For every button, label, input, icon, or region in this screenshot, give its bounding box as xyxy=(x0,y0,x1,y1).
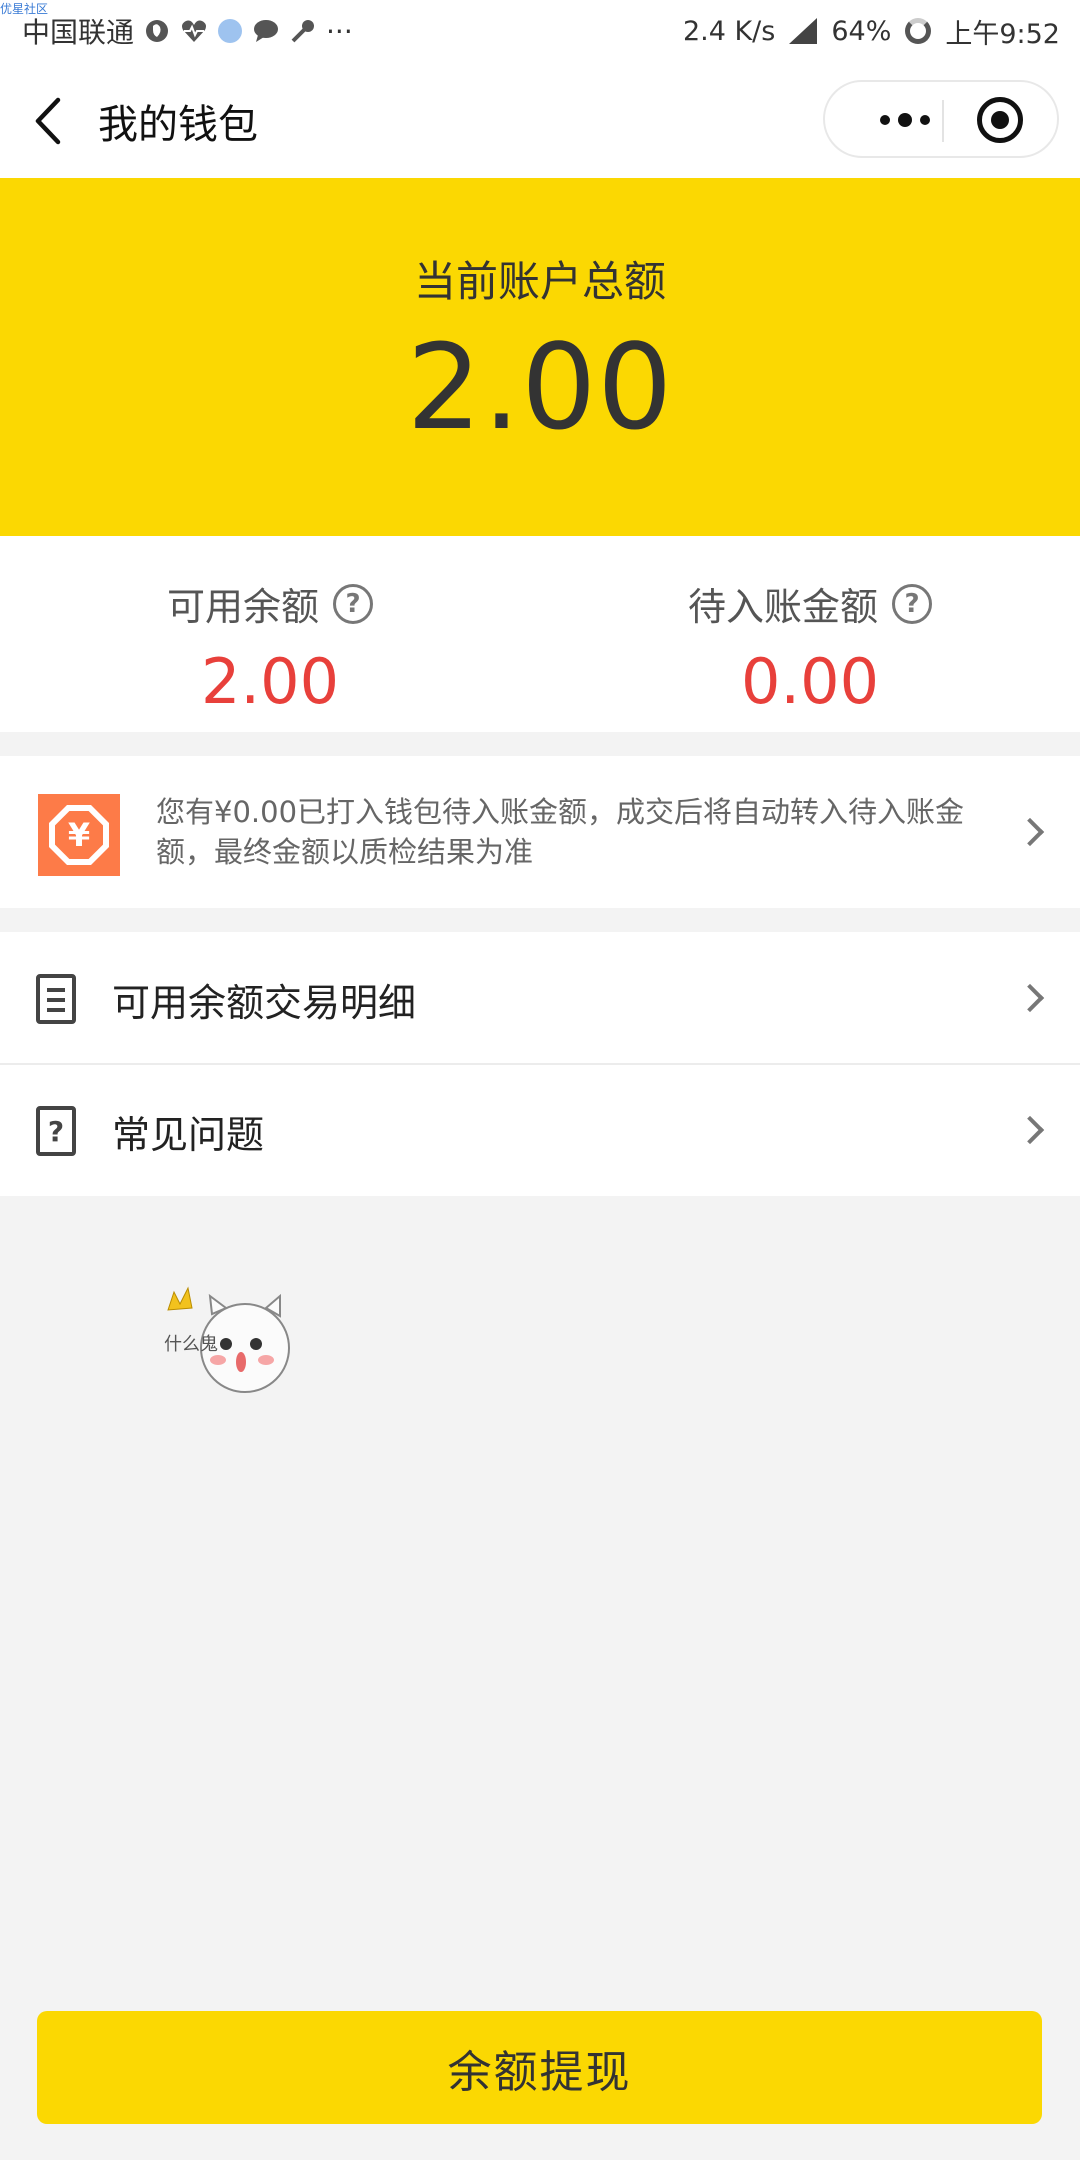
status-bar-left: 中国联通 ··· xyxy=(22,12,353,50)
available-label: 可用余额 xyxy=(166,585,319,629)
battery-ring-icon xyxy=(905,18,932,44)
total-label: 当前账户总额 xyxy=(413,257,666,306)
balance-summary: 可用余额 ? 2.00 待入账金额 ? 0.00 xyxy=(0,536,1080,732)
page-title: 我的钱包 xyxy=(98,102,258,148)
pending-balance: 待入账金额 ? 0.00 xyxy=(540,576,1080,718)
total-amount: 2.00 xyxy=(406,318,674,456)
carrier-label: 中国联通 xyxy=(22,16,135,49)
battery-percent: 64% xyxy=(831,15,892,47)
more-options-icon[interactable] xyxy=(855,98,955,142)
pending-amount: 0.00 xyxy=(740,645,880,718)
chat-bubble-icon xyxy=(252,18,280,44)
chevron-right-icon xyxy=(1015,1115,1045,1145)
withdraw-button[interactable]: 余额提现 xyxy=(37,2011,1042,2124)
back-arrow-icon[interactable] xyxy=(30,96,70,146)
key-icon xyxy=(290,18,316,44)
signal-icon xyxy=(789,18,818,44)
heartbeat-icon xyxy=(180,18,208,44)
question-icon: ? xyxy=(36,1106,76,1156)
menu-item-faq[interactable]: ? 常见问题 xyxy=(0,1064,1080,1196)
notice-text: 您有¥0.00已打入钱包待入账金额，成交后将自动转入待入账金额，最终金额以质检结… xyxy=(156,795,965,869)
close-program-icon[interactable] xyxy=(977,97,1023,143)
yuan-coin-icon: ¥ xyxy=(38,794,120,876)
status-bar: 优星社区 中国联通 ··· 2.4 K/s 64% 上午9:52 xyxy=(0,0,1080,62)
menu-item-transaction-details[interactable]: 可用余额交易明细 xyxy=(0,932,1080,1065)
wallet-menu: 可用余额交易明细 ? 常见问题 xyxy=(0,932,1080,1196)
chevron-right-icon xyxy=(1015,817,1045,847)
app-notification-icon xyxy=(218,19,243,43)
pending-label: 待入账金额 xyxy=(687,585,878,629)
available-balance: 可用余额 ? 2.00 xyxy=(0,576,540,718)
available-amount: 2.00 xyxy=(200,645,340,718)
status-bar-right: 2.4 K/s 64% 上午9:52 xyxy=(683,12,1060,50)
pending-notice[interactable]: ¥ 您有¥0.00已打入钱包待入账金额，成交后将自动转入待入账金额，最终金额以质… xyxy=(0,756,1080,908)
sticker-caption: 什么鬼 xyxy=(164,1334,218,1355)
menu-item-label: 可用余额交易明细 xyxy=(112,981,417,1025)
clock: 上午9:52 xyxy=(945,18,1060,50)
nav-bar: 我的钱包 xyxy=(0,62,1080,178)
mini-program-capsule xyxy=(823,80,1059,158)
cat-sticker-icon: 什么鬼 xyxy=(164,1286,290,1393)
chevron-right-icon xyxy=(1015,983,1045,1013)
help-icon[interactable]: ? xyxy=(892,583,932,624)
document-icon xyxy=(36,974,76,1024)
capsule-divider xyxy=(942,100,944,142)
more-notifications: ··· xyxy=(326,14,353,48)
account-total-panel: 当前账户总额 2.00 xyxy=(0,178,1080,536)
help-icon[interactable]: ? xyxy=(333,583,373,624)
net-speed: 2.4 K/s xyxy=(682,15,776,47)
menu-item-label: 常见问题 xyxy=(112,1113,265,1157)
fire-icon xyxy=(144,18,170,44)
